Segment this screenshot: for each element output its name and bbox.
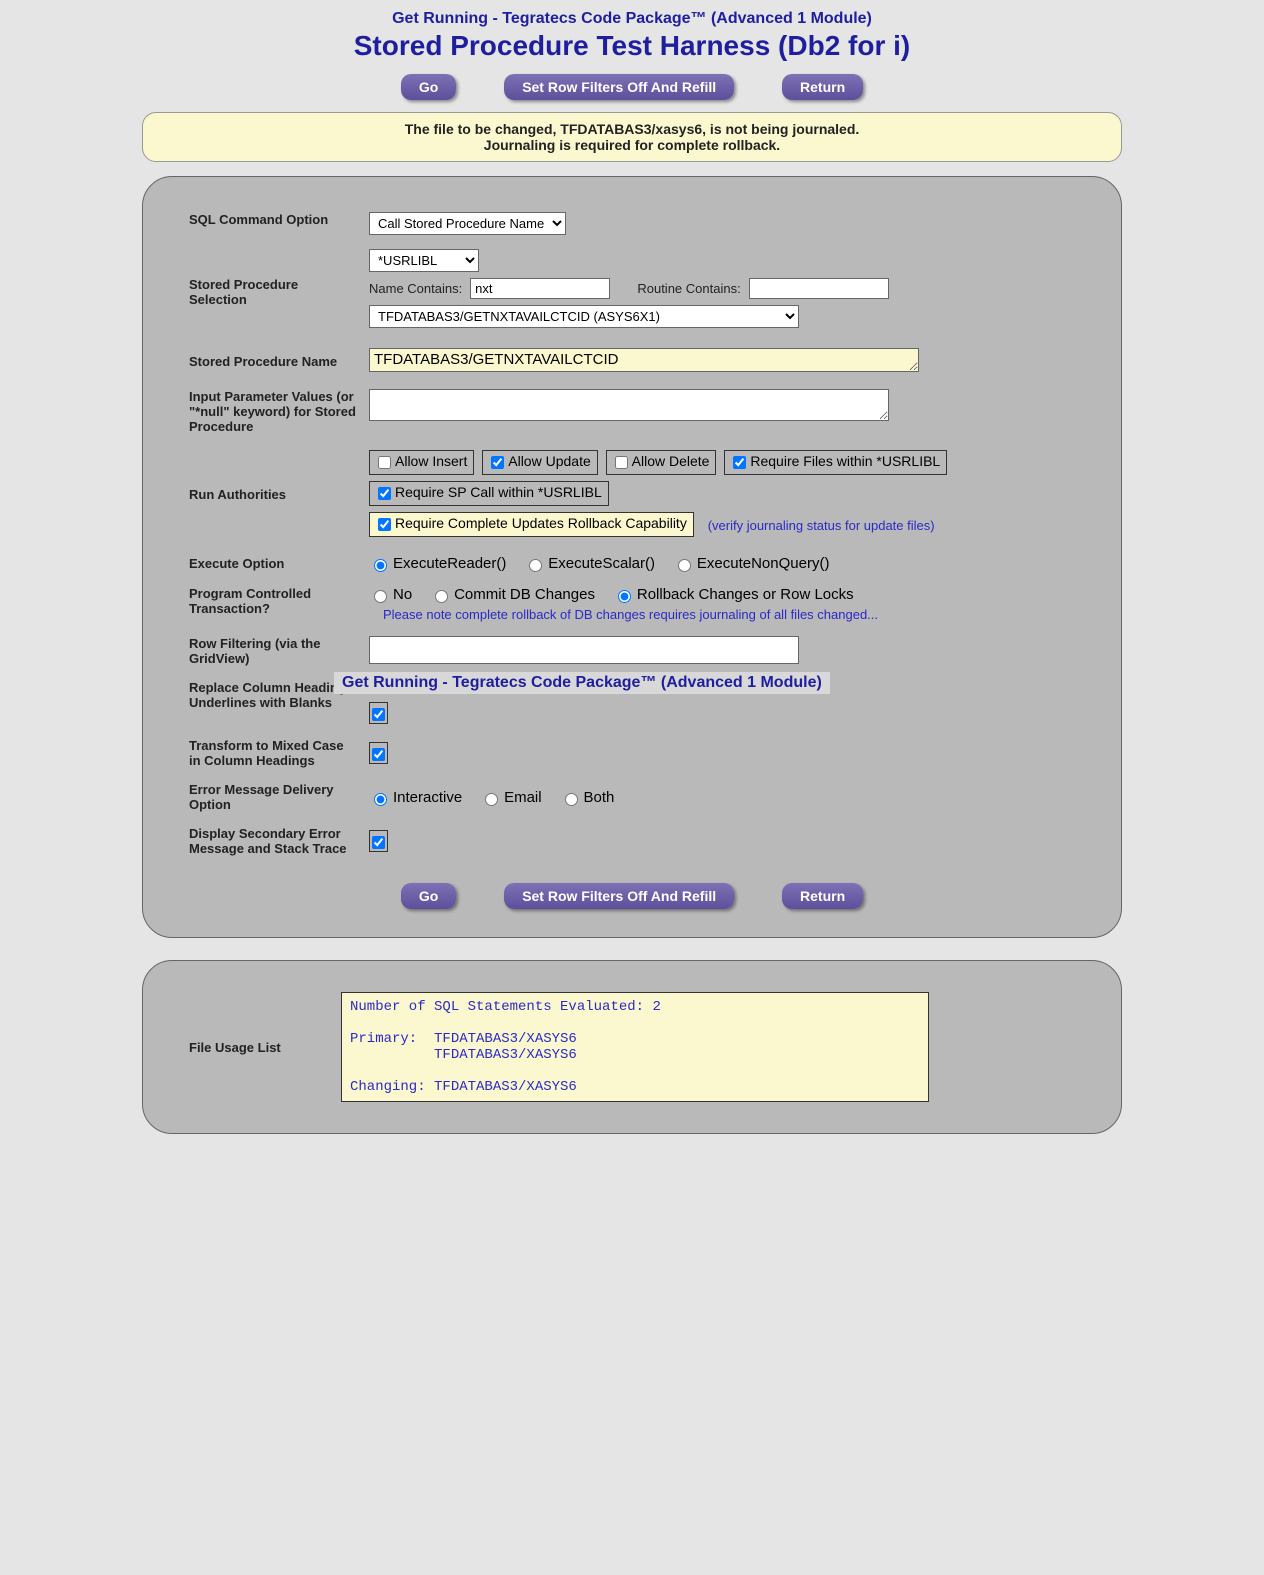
allow-insert-checkbox[interactable] — [378, 456, 391, 469]
label-program-transaction: Program Controlled Transaction? — [183, 579, 363, 629]
go-button-bottom[interactable]: Go — [401, 883, 456, 909]
label-file-usage: File Usage List — [183, 985, 335, 1109]
label-secondary-error: Display Secondary Error Message and Stac… — [183, 819, 363, 863]
require-sp-box[interactable]: Require SP Call within *USRLIBL — [369, 481, 609, 506]
label-mixed-case: Transform to Mixed Case in Column Headin… — [183, 731, 363, 775]
secondary-error-checkbox[interactable] — [372, 836, 385, 849]
err-email-option[interactable]: Email — [480, 789, 542, 806]
label-execute-option: Execute Option — [183, 548, 363, 579]
trans-no-radio[interactable] — [374, 590, 387, 603]
transaction-note: Please note complete rollback of DB chan… — [383, 607, 1075, 622]
warning-line2: Journaling is required for complete roll… — [155, 137, 1109, 153]
allow-delete-box[interactable]: Allow Delete — [606, 450, 717, 475]
verify-journaling-link[interactable]: (verify journaling status for update fil… — [708, 518, 935, 533]
err-both-option[interactable]: Both — [560, 789, 615, 806]
label-run-authorities: Run Authorities — [183, 441, 363, 548]
trans-rollback-option[interactable]: Rollback Changes or Row Locks — [613, 586, 854, 603]
go-button-top[interactable]: Go — [401, 74, 456, 100]
sp-dropdown-select[interactable]: TFDATABAS3/GETNXTAVAILCTCID (ASYS6X1) — [369, 305, 799, 328]
file-usage-panel: File Usage List Number of SQL Statements… — [142, 960, 1122, 1134]
input-params-textarea[interactable] — [369, 389, 889, 421]
exec-nonquery-radio[interactable] — [678, 559, 691, 572]
label-sp-selection: Stored Procedure Selection — [183, 242, 363, 341]
err-email-radio[interactable] — [485, 793, 498, 806]
file-usage-output: Number of SQL Statements Evaluated: 2 Pr… — [341, 992, 929, 1102]
require-rollback-box[interactable]: Require Complete Updates Rollback Capabi… — [369, 512, 694, 537]
return-button-bottom[interactable]: Return — [782, 883, 863, 909]
require-rollback-checkbox[interactable] — [378, 518, 391, 531]
exec-scalar-radio[interactable] — [529, 559, 542, 572]
allow-update-checkbox[interactable] — [491, 456, 504, 469]
secondary-error-box[interactable] — [369, 830, 388, 852]
main-form-panel: SQL Command Option Call Stored Procedure… — [142, 176, 1122, 938]
err-interactive-radio[interactable] — [374, 793, 387, 806]
err-both-radio[interactable] — [565, 793, 578, 806]
allow-update-box[interactable]: Allow Update — [482, 450, 598, 475]
err-interactive-option[interactable]: Interactive — [369, 789, 462, 806]
page-subtitle: Get Running - Tegratecs Code Package™ (A… — [142, 10, 1122, 28]
bottom-button-row: Go Set Row Filters Off And Refill Return — [183, 883, 1081, 909]
overlay-badge: Get Running - Tegratecs Code Package™ (A… — [334, 672, 830, 694]
library-select[interactable]: *USRLIBL — [369, 249, 479, 272]
name-contains-input[interactable] — [470, 278, 610, 299]
return-button-top[interactable]: Return — [782, 74, 863, 100]
trans-rollback-radio[interactable] — [618, 590, 631, 603]
mixed-case-checkbox[interactable] — [372, 748, 385, 761]
routine-contains-input[interactable] — [749, 278, 889, 299]
sp-name-textarea[interactable]: TFDATABAS3/GETNXTAVAILCTCID — [369, 348, 919, 372]
set-filters-button-bottom[interactable]: Set Row Filters Off And Refill — [504, 883, 734, 909]
label-name-contains: Name Contains: — [369, 281, 462, 296]
trans-no-option[interactable]: No — [369, 586, 412, 603]
replace-column-box[interactable] — [369, 702, 388, 724]
exec-reader-option[interactable]: ExecuteReader() — [369, 555, 506, 572]
allow-insert-box[interactable]: Allow Insert — [369, 450, 474, 475]
label-sp-name: Stored Procedure Name — [183, 341, 363, 382]
trans-commit-option[interactable]: Commit DB Changes — [430, 586, 595, 603]
label-routine-contains: Routine Contains: — [637, 281, 740, 296]
exec-reader-radio[interactable] — [374, 559, 387, 572]
label-error-delivery: Error Message Delivery Option — [183, 775, 363, 819]
exec-scalar-option[interactable]: ExecuteScalar() — [524, 555, 655, 572]
require-files-box[interactable]: Require Files within *USRLIBL — [724, 450, 947, 475]
label-row-filtering: Row Filtering (via the GridView) — [183, 629, 363, 673]
label-sql-command: SQL Command Option — [183, 205, 363, 242]
row-filter-input[interactable] — [369, 636, 799, 664]
set-filters-button-top[interactable]: Set Row Filters Off And Refill — [504, 74, 734, 100]
page-title: Stored Procedure Test Harness (Db2 for i… — [142, 30, 1122, 62]
top-button-row: Go Set Row Filters Off And Refill Return — [142, 74, 1122, 100]
exec-nonquery-option[interactable]: ExecuteNonQuery() — [673, 555, 830, 572]
label-input-params: Input Parameter Values (or "*null" keywo… — [183, 382, 363, 441]
warning-banner: The file to be changed, TFDATABAS3/xasys… — [142, 112, 1122, 162]
allow-delete-checkbox[interactable] — [615, 456, 628, 469]
require-files-checkbox[interactable] — [733, 456, 746, 469]
warning-line1: The file to be changed, TFDATABAS3/xasys… — [155, 121, 1109, 137]
mixed-case-box[interactable] — [369, 742, 388, 764]
require-sp-checkbox[interactable] — [378, 487, 391, 500]
replace-column-checkbox[interactable] — [372, 708, 385, 721]
sql-command-select[interactable]: Call Stored Procedure Name — [369, 212, 566, 235]
trans-commit-radio[interactable] — [435, 590, 448, 603]
